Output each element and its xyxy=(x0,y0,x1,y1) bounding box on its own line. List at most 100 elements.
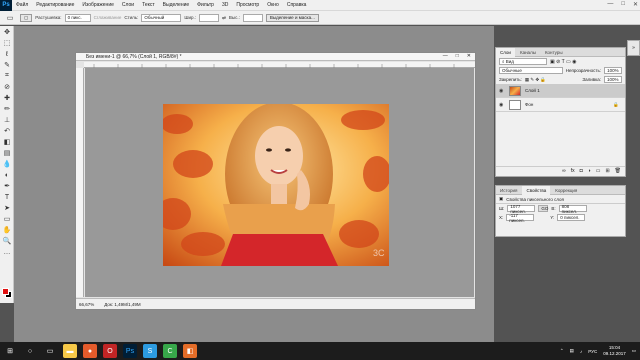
doc-minimize-button[interactable]: — xyxy=(443,53,448,59)
clock[interactable]: 15:04 09.12.2017 xyxy=(603,345,626,357)
menu-window[interactable]: Окно xyxy=(263,2,283,8)
app-icon[interactable]: ◧ xyxy=(183,344,197,358)
opacity-input[interactable]: 100% xyxy=(604,67,622,74)
tab-channels[interactable]: Каналы xyxy=(516,48,540,57)
menu-filter[interactable]: Фильтр xyxy=(193,2,218,8)
doc-close-button[interactable]: ✕ xyxy=(467,53,471,59)
menu-file[interactable]: Файл xyxy=(12,2,32,8)
smoothing-checkbox[interactable]: Сглаживание xyxy=(94,15,122,20)
layer-photo[interactable]: 3C xyxy=(163,104,389,266)
visibility-eye-icon[interactable]: ◉ xyxy=(499,102,505,108)
lock-icons[interactable]: ▦ ✎ ✥ 🔒 xyxy=(525,77,546,83)
menu-image[interactable]: Изображение xyxy=(78,2,118,8)
camtasia-icon[interactable]: C xyxy=(163,344,177,358)
more-tools-icon[interactable]: … xyxy=(2,247,12,257)
h-input[interactable]: 808 пиксел. xyxy=(558,204,587,214)
menu-view[interactable]: Просмотр xyxy=(232,2,263,8)
link-layers-icon[interactable]: ∞ xyxy=(562,168,566,174)
new-layer-icon[interactable]: ⊞ xyxy=(605,168,609,174)
doc-info[interactable]: Док: 1,49M/1,49M xyxy=(104,302,140,307)
lasso-tool-icon[interactable]: ℓ xyxy=(2,49,12,59)
marquee-preset-icon[interactable]: ▭ xyxy=(5,13,15,23)
filter-icons[interactable]: ▣ ⊘ T ▭ ◉ xyxy=(550,59,576,65)
adjustment-icon[interactable]: ◑ xyxy=(588,168,591,174)
path-select-tool-icon[interactable]: ➤ xyxy=(2,203,12,213)
hand-tool-icon[interactable]: ✋ xyxy=(2,225,12,235)
layer-row-layer1[interactable]: ◉ Слой 1 xyxy=(496,84,625,98)
crop-tool-icon[interactable]: ⌗ xyxy=(2,71,12,81)
zoom-tool-icon[interactable]: 🔍 xyxy=(2,236,12,246)
shape-tool-icon[interactable]: ▭ xyxy=(2,214,12,224)
language-indicator[interactable]: РУС xyxy=(588,349,597,354)
pen-tool-icon[interactable]: ✒ xyxy=(2,181,12,191)
height-input[interactable] xyxy=(242,13,263,22)
menu-type[interactable]: Текст xyxy=(138,2,159,8)
network-icon[interactable]: ▤ xyxy=(570,348,574,354)
doc-maximize-button[interactable]: □ xyxy=(456,53,459,59)
stamp-tool-icon[interactable]: ⊥ xyxy=(2,115,12,125)
feather-input[interactable]: 0 пикс. xyxy=(64,13,91,22)
eyedropper-tool-icon[interactable]: ⊘ xyxy=(2,82,12,92)
fx-icon[interactable]: fx xyxy=(571,168,575,174)
clock-date: 09.12.2017 xyxy=(603,351,626,356)
blur-tool-icon[interactable]: 💧 xyxy=(2,159,12,169)
photoshop-taskbar-icon[interactable]: Ps xyxy=(123,344,137,358)
gradient-tool-icon[interactable]: ▤ xyxy=(2,148,12,158)
minimize-button[interactable]: — xyxy=(607,1,613,8)
new-selection-button[interactable]: ▢ xyxy=(20,13,33,22)
select-mask-button[interactable]: Выделение и маска... xyxy=(265,13,319,22)
notifications-icon[interactable]: ▭ xyxy=(632,348,636,354)
fill-input[interactable]: 100% xyxy=(604,76,622,83)
type-tool-icon[interactable]: T xyxy=(2,192,12,202)
firefox-icon[interactable]: ● xyxy=(83,344,97,358)
w-input[interactable]: 1077 пиксел. xyxy=(507,204,536,214)
layer-kind-filter[interactable]: ⌕ Вид xyxy=(499,58,547,65)
x-input[interactable]: -117 пиксел. xyxy=(506,213,535,223)
menu-select[interactable]: Выделение xyxy=(159,2,194,8)
skype-icon[interactable]: S xyxy=(143,344,157,358)
document-canvas[interactable]: 3C xyxy=(85,68,474,297)
maximize-button[interactable]: □ xyxy=(621,1,625,8)
move-tool-icon[interactable]: ✥ xyxy=(2,27,12,37)
tab-paths[interactable]: Контуры xyxy=(541,48,567,57)
start-button[interactable]: ⊞ xyxy=(3,344,17,358)
opera-icon[interactable]: O xyxy=(103,344,117,358)
style-select[interactable]: Обычный xyxy=(141,13,182,22)
marquee-tool-icon[interactable]: ⬚ xyxy=(2,38,12,48)
volume-icon[interactable]: ♪ xyxy=(580,349,582,354)
document-tab[interactable]: Без имени-1 @ 66,7% (Слой 1, RGB/8#) * —… xyxy=(76,53,475,61)
menu-edit[interactable]: Редактирование xyxy=(32,2,78,8)
link-button[interactable]: GO xyxy=(538,205,548,212)
foreground-color-swatch[interactable] xyxy=(2,288,9,295)
close-button[interactable]: ✕ xyxy=(633,1,638,8)
task-view-icon[interactable]: ▭ xyxy=(43,344,57,358)
delete-layer-icon[interactable]: 🗑 xyxy=(615,168,621,174)
tab-properties[interactable]: Свойства xyxy=(522,185,551,195)
add-mask-icon[interactable]: ◘ xyxy=(580,168,583,174)
width-input[interactable] xyxy=(199,13,220,22)
dodge-tool-icon[interactable]: ◐ xyxy=(2,170,12,180)
tab-layers[interactable]: Слои xyxy=(496,47,515,57)
history-brush-icon[interactable]: ↶ xyxy=(2,126,12,136)
menu-3d[interactable]: 3D xyxy=(218,2,232,8)
search-icon[interactable]: ○ xyxy=(23,344,37,358)
healing-tool-icon[interactable]: ✚ xyxy=(2,93,12,103)
tray-up-icon[interactable]: ⌃ xyxy=(560,348,564,354)
tab-adjustments[interactable]: Коррекция xyxy=(551,186,581,195)
swap-icon[interactable]: ⇄ xyxy=(222,15,226,21)
zoom-level[interactable]: 66,67% xyxy=(79,302,94,307)
layer-row-background[interactable]: ◉ Фон 🔒 xyxy=(496,98,625,112)
group-icon[interactable]: ▭ xyxy=(596,168,601,174)
menu-help[interactable]: Справка xyxy=(283,2,311,8)
eraser-tool-icon[interactable]: ◧ xyxy=(2,137,12,147)
file-explorer-icon[interactable]: ▬ xyxy=(63,344,77,358)
pixel-layer-icon: ▣ xyxy=(499,196,504,201)
blend-mode-select[interactable]: Обычные xyxy=(499,67,563,74)
quick-select-tool-icon[interactable]: ✎ xyxy=(2,60,12,70)
y-input[interactable]: 0 пиксел. xyxy=(557,214,586,221)
menu-layers[interactable]: Слои xyxy=(118,2,138,8)
expand-panels-icon[interactable]: » xyxy=(632,45,635,51)
tab-history[interactable]: История xyxy=(496,186,521,195)
brush-tool-icon[interactable]: ✏ xyxy=(2,104,12,114)
visibility-eye-icon[interactable]: ◉ xyxy=(499,88,505,94)
